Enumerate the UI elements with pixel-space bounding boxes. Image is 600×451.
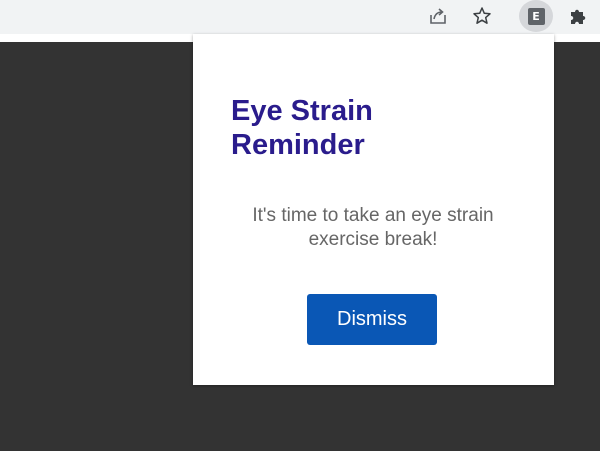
popup-title: Eye Strain Reminder: [231, 95, 373, 161]
share-icon: [428, 6, 448, 26]
dismiss-button[interactable]: Dismiss: [307, 294, 437, 345]
share-button[interactable]: [422, 1, 454, 31]
extension-button[interactable]: E: [519, 0, 553, 32]
bookmark-star-icon: [472, 6, 492, 26]
browser-toolbar: E: [0, 0, 600, 34]
extensions-menu-button[interactable]: [562, 1, 594, 31]
extensions-puzzle-icon: [568, 6, 588, 26]
bookmark-button[interactable]: [466, 1, 498, 31]
extension-icon: E: [527, 7, 545, 25]
popup-message: It's time to take an eye strain exercise…: [252, 205, 494, 250]
extension-popup: Eye Strain Reminder It's time to take an…: [193, 34, 554, 385]
